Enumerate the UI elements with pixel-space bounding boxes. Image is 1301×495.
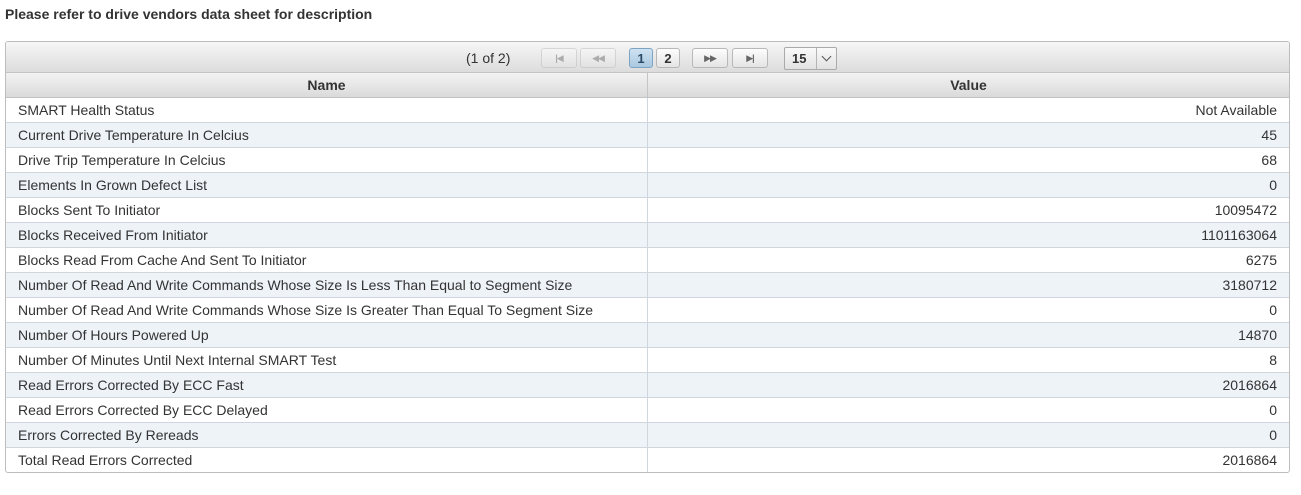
- attribute-value-cell: 8: [647, 347, 1289, 373]
- attribute-name-cell: Read Errors Corrected By ECC Delayed: [6, 397, 648, 423]
- table-row[interactable]: Elements In Grown Defect List 0: [6, 172, 1289, 198]
- attribute-value-cell: 0: [647, 422, 1289, 448]
- attribute-value-cell: 1101163064: [647, 222, 1289, 248]
- page-info: (1 of 2): [466, 50, 511, 66]
- table-row[interactable]: Number Of Minutes Until Next Internal SM…: [6, 347, 1289, 373]
- table-row[interactable]: Total Read Errors Corrected 2016864: [6, 447, 1289, 472]
- attribute-name-cell: SMART Health Status: [6, 97, 648, 123]
- attribute-value-cell: 2016864: [647, 372, 1289, 398]
- page-1-button[interactable]: 1: [629, 48, 653, 68]
- table-row[interactable]: SMART Health Status Not Available: [6, 97, 1289, 123]
- table-row[interactable]: Blocks Sent To Initiator 10095472: [6, 197, 1289, 223]
- value-column-header[interactable]: Value: [647, 73, 1289, 98]
- attribute-name-cell: Total Read Errors Corrected: [6, 447, 648, 472]
- table-row[interactable]: Read Errors Corrected By ECC Delayed 0: [6, 397, 1289, 423]
- first-page-icon: |◀: [555, 52, 564, 63]
- attribute-name-cell: Elements In Grown Defect List: [6, 172, 648, 198]
- attribute-name-cell: Blocks Sent To Initiator: [6, 197, 648, 223]
- name-column-header[interactable]: Name: [6, 73, 648, 98]
- attribute-value-cell: 6275: [647, 247, 1289, 273]
- table-row[interactable]: Errors Corrected By Rereads 0: [6, 422, 1289, 448]
- previous-page-button[interactable]: ◀◀: [580, 48, 616, 68]
- first-page-button[interactable]: |◀: [541, 48, 577, 68]
- last-page-button[interactable]: ▶|: [732, 48, 768, 68]
- description-note: Please refer to drive vendors data sheet…: [5, 6, 373, 22]
- table-row[interactable]: Drive Trip Temperature In Celcius 68: [6, 147, 1289, 173]
- page-2-button[interactable]: 2: [656, 48, 680, 68]
- attribute-value-cell: 68: [647, 147, 1289, 173]
- smart-attributes-table: Name Value SMART Health Status Not Availa…: [6, 73, 1289, 472]
- attribute-name-cell: Read Errors Corrected By ECC Fast: [6, 372, 648, 398]
- rows-per-page-value: 15: [792, 51, 807, 66]
- attribute-name-cell: Number Of Hours Powered Up: [6, 322, 648, 348]
- attribute-value-cell: 0: [647, 172, 1289, 198]
- attribute-value-cell: 14870: [647, 322, 1289, 348]
- attribute-value-cell: Not Available: [647, 97, 1289, 123]
- attribute-name-cell: Errors Corrected By Rereads: [6, 422, 648, 448]
- attribute-name-cell: Blocks Read From Cache And Sent To Initi…: [6, 247, 648, 273]
- previous-page-icon: ◀◀: [592, 52, 605, 63]
- attribute-name-cell: Current Drive Temperature In Celcius: [6, 122, 648, 148]
- table-row[interactable]: Blocks Received From Initiator 1101163064: [6, 222, 1289, 248]
- attribute-name-cell: Drive Trip Temperature In Celcius: [6, 147, 648, 173]
- attribute-name-cell: Number Of Minutes Until Next Internal SM…: [6, 347, 648, 373]
- table-header-row: Name Value: [6, 73, 1289, 98]
- attribute-value-cell: 45: [647, 122, 1289, 148]
- chevron-down-icon[interactable]: [816, 48, 836, 69]
- attribute-value-cell: 10095472: [647, 197, 1289, 223]
- rows-per-page-select[interactable]: 15: [784, 47, 837, 70]
- attribute-value-cell: 3180712: [647, 272, 1289, 298]
- attribute-name-cell: Number Of Read And Write Commands Whose …: [6, 297, 648, 323]
- attribute-value-cell: 0: [647, 297, 1289, 323]
- attribute-value-cell: 0: [647, 397, 1289, 423]
- attribute-value-cell: 2016864: [1222, 452, 1277, 468]
- table-body: SMART Health Status Not Available Current …: [6, 97, 1289, 472]
- next-page-icon: ▶▶: [704, 52, 717, 63]
- attribute-name-cell: Blocks Received From Initiator: [6, 222, 648, 248]
- attribute-name-cell: Number Of Read And Write Commands Whose …: [6, 272, 648, 298]
- next-page-button[interactable]: ▶▶: [692, 48, 728, 68]
- last-page-icon: ▶|: [746, 52, 755, 63]
- smart-data-table-panel: (1 of 2) |◀ ◀◀ 1 2 ▶▶ ▶| 15 Name Value S…: [5, 41, 1290, 473]
- paginator: (1 of 2) |◀ ◀◀ 1 2 ▶▶ ▶| 15: [6, 42, 1289, 73]
- table-row[interactable]: Current Drive Temperature In Celcius 45: [6, 122, 1289, 148]
- table-row[interactable]: Read Errors Corrected By ECC Fast 2016864: [6, 372, 1289, 398]
- table-row[interactable]: Number Of Read And Write Commands Whose …: [6, 272, 1289, 298]
- table-row[interactable]: Number Of Read And Write Commands Whose …: [6, 297, 1289, 323]
- table-row[interactable]: Blocks Read From Cache And Sent To Initi…: [6, 247, 1289, 273]
- table-row[interactable]: Number Of Hours Powered Up 14870: [6, 322, 1289, 348]
